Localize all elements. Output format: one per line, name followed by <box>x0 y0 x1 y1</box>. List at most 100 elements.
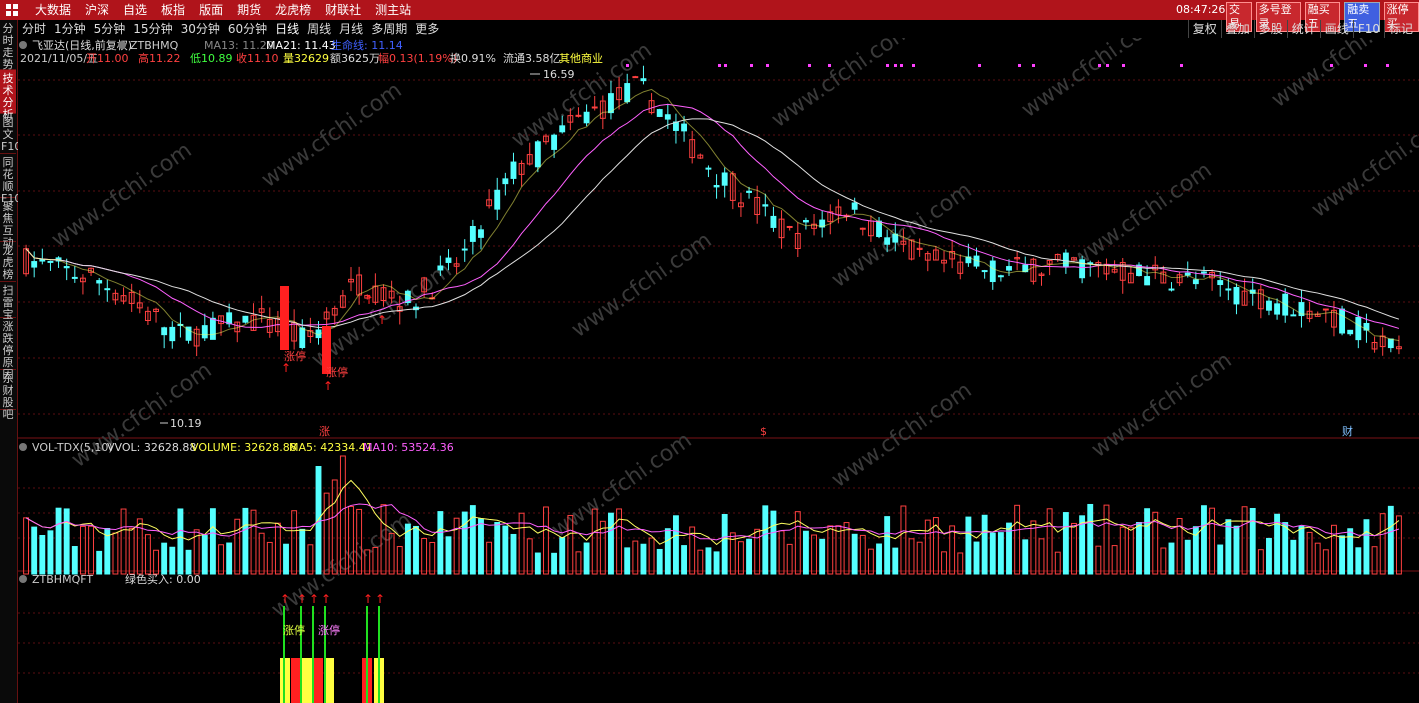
menu-item-0[interactable]: 大数据 <box>28 0 78 20</box>
sidebar-item-6[interactable]: 扫雷宝 <box>0 282 16 321</box>
sidebar-item-3[interactable]: 同花顺F10 <box>0 154 21 205</box>
candle-body <box>1062 252 1069 268</box>
sidebar-item-1[interactable]: 技术分析 <box>0 70 16 121</box>
candle-body <box>705 167 712 170</box>
menu-item-2[interactable]: 自选 <box>116 0 154 20</box>
menu-item-6[interactable]: 龙虎榜 <box>268 0 318 20</box>
marker-cai: 财 <box>1342 424 1353 438</box>
signal-label: 涨停 <box>283 623 305 637</box>
high-label: 高11.22 <box>138 51 181 65</box>
event-dot <box>978 64 981 67</box>
ma13-label: MA13: 11.20 <box>204 39 274 52</box>
sidebar-item-2[interactable]: 图文F10 <box>0 114 21 154</box>
volume-bar <box>209 508 216 575</box>
candle-body <box>746 190 752 193</box>
candle-body <box>575 114 582 117</box>
candle-body <box>1266 300 1272 311</box>
volume-bar <box>673 515 679 575</box>
volume-bar <box>997 532 1004 575</box>
tool-tab-0[interactable]: 复权 <box>1187 20 1221 38</box>
event-dot <box>808 64 811 67</box>
volume-bar <box>664 528 671 575</box>
candle-body <box>859 227 866 230</box>
menu-item-8[interactable]: 测主站 <box>368 0 418 20</box>
event-dot <box>828 64 831 67</box>
volume-bar <box>583 542 590 575</box>
candle-body <box>63 266 70 269</box>
candle-body <box>494 189 501 210</box>
volume-bar <box>1225 519 1232 575</box>
candle-body <box>681 123 688 132</box>
volume-bar <box>55 507 62 575</box>
event-dot <box>766 64 769 67</box>
menu-item-1[interactable]: 沪深 <box>78 0 116 20</box>
volume-bar <box>746 538 752 575</box>
tool-tab-2[interactable]: 多股 <box>1253 20 1287 38</box>
volume-bar <box>1363 519 1370 575</box>
stock-chart[interactable]: www.cfchi.comwww.cfchi.com www.cfchi.com w… <box>18 38 1419 703</box>
tool-tab-4[interactable]: 画线 <box>1319 20 1353 38</box>
marker-s: $ <box>760 425 767 438</box>
sidebar-item-5[interactable]: 龙虎榜 <box>0 242 16 282</box>
candle-body <box>1144 276 1151 286</box>
menu-item-3[interactable]: 板指 <box>154 0 192 20</box>
tab-period-9[interactable]: 多周期 <box>367 20 411 38</box>
volume-bar <box>201 535 208 575</box>
tab-period-10[interactable]: 更多 <box>411 20 443 38</box>
volume-bar <box>185 549 192 575</box>
tab-period-0[interactable]: 分时 <box>18 20 50 38</box>
candle-body <box>169 326 176 342</box>
candle-body <box>510 161 517 179</box>
volume-bar <box>478 518 484 575</box>
volume-bar <box>510 533 517 575</box>
signal-bar <box>313 658 323 703</box>
candle-body <box>437 265 444 271</box>
tab-period-7[interactable]: 周线 <box>303 20 335 38</box>
ma21-label: MA21: 11.43 <box>266 39 336 52</box>
candle-body <box>786 225 793 228</box>
volume-bar <box>47 530 54 575</box>
candle-body <box>591 106 598 109</box>
menu-item-7[interactable]: 财联社 <box>318 0 368 20</box>
close-label: 收11.10 <box>236 51 279 65</box>
event-dot <box>718 64 721 67</box>
sidebar-item-0[interactable]: 分时走势 <box>0 20 16 71</box>
change-label: 幅0.13(1.19%) <box>378 52 457 65</box>
tab-period-3[interactable]: 15分钟 <box>129 20 176 38</box>
volume-bar <box>1217 544 1224 575</box>
turnover-label: 换0.91% <box>450 51 496 65</box>
candle-body <box>39 259 46 262</box>
menu-item-5[interactable]: 期货 <box>230 0 268 20</box>
tab-period-6[interactable]: 日线 <box>271 20 303 38</box>
candle-body <box>461 248 468 251</box>
volume-bar <box>71 546 78 575</box>
collapse-icon <box>19 575 27 583</box>
tool-tab-6[interactable]: 标记 <box>1383 20 1417 38</box>
tab-period-4[interactable]: 30分钟 <box>177 20 224 38</box>
signal-bar <box>291 658 301 703</box>
volume-bar <box>608 512 614 575</box>
candle-body <box>713 185 720 188</box>
app-logo-icon[interactable] <box>6 4 18 16</box>
signal-arrow-icon: ↑ <box>280 592 290 606</box>
candle-body <box>1217 280 1224 286</box>
volume-bar <box>656 548 663 575</box>
sidebar-item-8[interactable]: 东财股吧 <box>0 370 16 421</box>
tool-tab-3[interactable]: 统计 <box>1286 20 1320 38</box>
tab-period-1[interactable]: 1分钟 <box>50 20 90 38</box>
candle-body <box>632 76 639 79</box>
tool-tab-5[interactable]: F10 <box>1352 20 1384 38</box>
candle-body <box>478 229 484 238</box>
volume-bar <box>1087 503 1094 575</box>
volume-bar <box>1282 522 1289 575</box>
tab-period-2[interactable]: 5分钟 <box>90 20 130 38</box>
tab-period-8[interactable]: 月线 <box>335 20 367 38</box>
volume-bar <box>551 552 558 575</box>
menu-item-4[interactable]: 版面 <box>192 0 230 20</box>
sidebar-item-7[interactable]: 涨跌停原因 <box>0 318 16 381</box>
open-label: 开11.00 <box>86 52 129 65</box>
tool-tab-1[interactable]: 叠加 <box>1220 20 1254 38</box>
tab-period-5[interactable]: 60分钟 <box>224 20 271 38</box>
volume-bar <box>299 528 306 575</box>
volume-bar <box>681 545 688 575</box>
